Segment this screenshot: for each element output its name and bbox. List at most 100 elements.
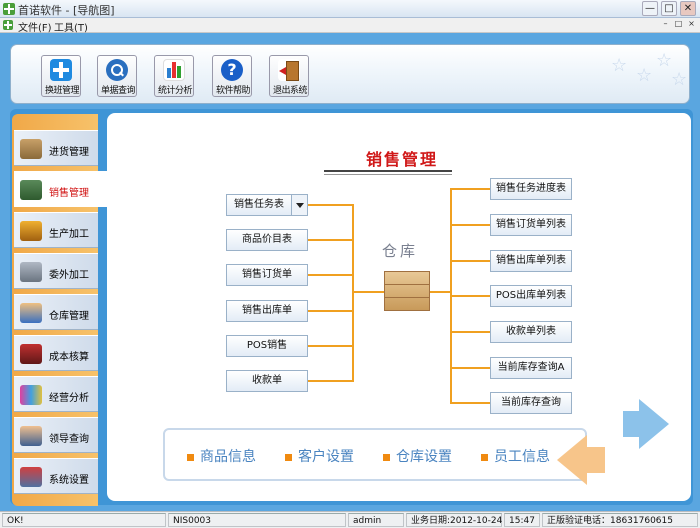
quick-link-warehouse-settings[interactable]: 仓库设置: [383, 446, 452, 466]
stock-query-node[interactable]: 当前库存查询: [490, 392, 572, 414]
star-decoration-icon: ☆: [611, 55, 628, 76]
connector-line: [308, 274, 352, 276]
sales-task-progress-node[interactable]: 销售任务进度表: [490, 178, 572, 200]
pos-sales-node[interactable]: POS销售: [226, 335, 308, 357]
sidebar-item-leader-query[interactable]: 领导查询: [14, 417, 98, 453]
chevron-down-icon[interactable]: [291, 195, 307, 215]
quick-links-panel: 商品信息 客户设置 仓库设置 员工信息: [163, 428, 587, 481]
tools-icon: [20, 467, 42, 487]
connector-line: [308, 345, 352, 347]
connector-line: [308, 380, 352, 382]
connector-line: [450, 367, 490, 369]
exit-system-button[interactable]: 退出系统: [269, 55, 309, 97]
connector-line: [430, 291, 452, 293]
arrow-right-icon[interactable]: [639, 399, 669, 449]
status-license-phone: 正版验证电话：18631760615: [542, 513, 698, 527]
status-bar: OK! NIS0003 admin 业务日期:2012-10-24 15:47 …: [0, 511, 700, 528]
window-title: 首诺软件 - [导航图]: [18, 4, 115, 17]
quick-link-staff-info[interactable]: 员工信息: [481, 446, 550, 466]
warehouse-box-icon[interactable]: [384, 271, 430, 311]
bullet-icon: [187, 453, 194, 461]
close-button[interactable]: ✕: [680, 1, 696, 16]
mdi-minimize-button[interactable]: –: [660, 19, 671, 30]
status-business-date: 业务日期:2012-10-24: [406, 513, 502, 527]
star-decoration-icon: ☆: [636, 65, 653, 86]
arrow-left-icon[interactable]: [585, 447, 605, 473]
sidebar-item-label: 进货管理: [49, 147, 89, 158]
sidebar-item-settings[interactable]: 系统设置: [14, 458, 98, 494]
menu-file[interactable]: 文件(F): [18, 19, 52, 34]
navigation-diagram: 销售管理 销售任务表 商品价目表 销售订货单 销售出库单 POS销售 收款单 仓…: [107, 113, 691, 501]
connector-line: [450, 331, 490, 333]
mdi-close-button[interactable]: ×: [686, 19, 697, 30]
book-icon: [20, 344, 42, 364]
sales-task-table-node[interactable]: 销售任务表: [226, 194, 308, 216]
tool-label: 单据查询: [100, 86, 136, 96]
app-icon: [3, 3, 15, 15]
chart-icon: [20, 385, 42, 405]
menu-bar: 文件(F) 工具(T) – □ ×: [0, 18, 700, 34]
sidebar-item-sales[interactable]: 销售管理: [14, 171, 109, 207]
sidebar: 进货管理 销售管理 生产加工 委外加工 仓库管理 成本核算 经营分析 领导查询 …: [12, 114, 109, 506]
quick-link-customer-settings[interactable]: 客户设置: [285, 446, 354, 466]
delivery-truck-icon: [20, 180, 42, 200]
sidebar-item-label: 领导查询: [49, 434, 89, 445]
shift-management-button[interactable]: 换班管理: [41, 55, 81, 97]
bullet-icon: [481, 453, 488, 461]
connector-line: [308, 204, 352, 206]
sales-delivery-list-node[interactable]: 销售出库单列表: [490, 250, 572, 272]
van-icon: [20, 262, 42, 282]
sidebar-item-cost[interactable]: 成本核算: [14, 335, 98, 371]
exit-icon: [278, 59, 300, 81]
chart-icon: [163, 59, 185, 81]
sidebar-item-outsourcing[interactable]: 委外加工: [14, 253, 98, 289]
maximize-button[interactable]: □: [661, 1, 677, 16]
toolbar: ☆ ☆ ☆ ☆ 换班管理 单据查询 统计分析 ? 软件帮助 退出系统: [10, 44, 690, 104]
search-icon: [106, 59, 128, 81]
status-code: NIS0003: [168, 513, 346, 527]
receipt-list-node[interactable]: 收款单列表: [490, 321, 572, 343]
quick-link-label: 商品信息: [200, 449, 256, 465]
sidebar-item-label: 经营分析: [49, 393, 89, 404]
minimize-button[interactable]: —: [642, 1, 658, 16]
quick-link-label: 员工信息: [494, 449, 550, 465]
bullet-icon: [383, 453, 390, 461]
receipt-node[interactable]: 收款单: [226, 370, 308, 392]
sidebar-item-label: 生产加工: [49, 229, 89, 240]
title-underline: [324, 174, 452, 175]
sidebar-item-purchase[interactable]: 进货管理: [14, 130, 98, 166]
bullet-icon: [285, 453, 292, 461]
sales-order-node[interactable]: 销售订货单: [226, 264, 308, 286]
quick-link-product-info[interactable]: 商品信息: [187, 446, 256, 466]
connector-line: [450, 295, 490, 297]
pos-delivery-list-node[interactable]: POS出库单列表: [490, 285, 572, 307]
connector-line: [450, 224, 490, 226]
tool-label: 统计分析: [157, 86, 193, 96]
title-bar: 首诺软件 - [导航图] — □ ✕: [0, 0, 700, 18]
title-underline: [324, 170, 452, 172]
connector-line: [450, 260, 490, 262]
sales-delivery-node[interactable]: 销售出库单: [226, 300, 308, 322]
sidebar-item-warehouse[interactable]: 仓库管理: [14, 294, 98, 330]
plus-icon: [50, 59, 72, 81]
node-label: 销售任务表: [234, 199, 284, 210]
tool-label: 软件帮助: [215, 86, 251, 96]
star-decoration-icon: ☆: [656, 50, 673, 71]
software-help-button[interactable]: ? 软件帮助: [212, 55, 252, 97]
sidebar-item-label: 成本核算: [49, 352, 89, 363]
sidebar-item-production[interactable]: 生产加工: [14, 212, 98, 248]
arrow-left-icon[interactable]: [557, 435, 587, 485]
stock-query-a-node[interactable]: 当前库存查询A: [490, 357, 572, 379]
sidebar-item-analysis[interactable]: 经营分析: [14, 376, 98, 412]
connector-line: [352, 291, 384, 293]
diagram-title: 销售管理: [365, 150, 438, 169]
statistics-analysis-button[interactable]: 统计分析: [154, 55, 194, 97]
menu-tools[interactable]: 工具(T): [54, 19, 88, 34]
document-query-button[interactable]: 单据查询: [97, 55, 137, 97]
help-icon: ?: [221, 59, 243, 81]
star-decoration-icon: ☆: [671, 69, 688, 90]
sales-order-list-node[interactable]: 销售订货单列表: [490, 214, 572, 236]
price-list-node[interactable]: 商品价目表: [226, 229, 308, 251]
leader-icon: [20, 426, 42, 446]
mdi-restore-button[interactable]: □: [673, 19, 684, 30]
